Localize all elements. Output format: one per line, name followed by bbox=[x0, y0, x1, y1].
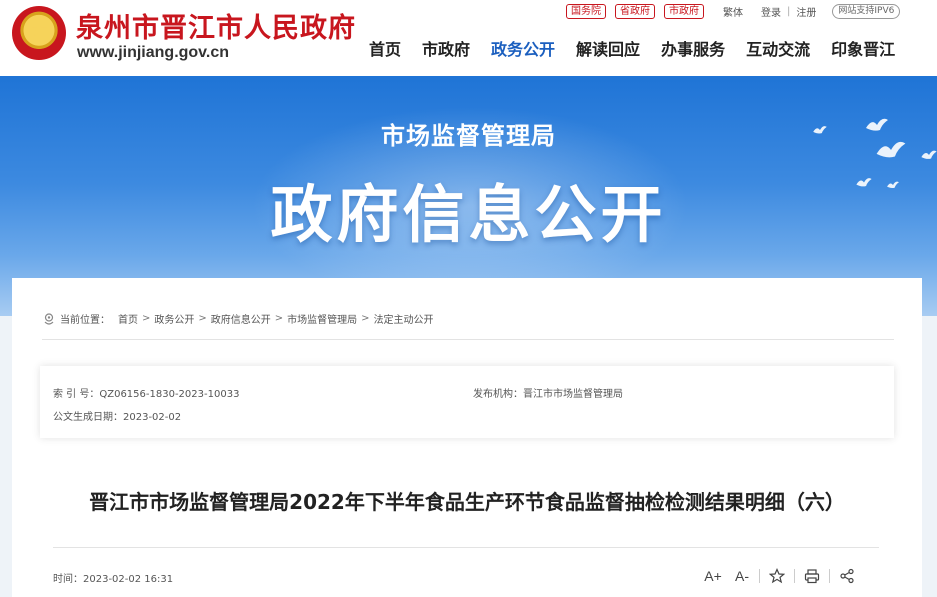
font-decrease-label: A- bbox=[735, 568, 749, 584]
breadcrumb-item-government-affairs[interactable]: 政务公开 bbox=[154, 311, 194, 326]
font-increase-icon[interactable]: A+ bbox=[702, 567, 724, 585]
meta-index-value: QZ06156-1830-2023-10033 bbox=[99, 389, 240, 400]
divider: | bbox=[787, 5, 791, 17]
dove-icon bbox=[921, 150, 937, 159]
meta-date-label: 公文生成日期： bbox=[53, 412, 123, 423]
link-traditional[interactable]: 繁体 bbox=[723, 4, 743, 19]
dove-icon bbox=[866, 118, 888, 131]
meta-publisher: 发布机构：晋江市市场监督管理局 bbox=[473, 385, 623, 400]
meta-date: 公文生成日期：2023-02-02 bbox=[53, 408, 181, 423]
meta-publisher-label: 发布机构： bbox=[473, 389, 523, 400]
article-tools: A+ A- bbox=[702, 567, 858, 585]
nav-item-interpretation[interactable]: 解读回应 bbox=[576, 39, 640, 61]
divider bbox=[759, 569, 760, 583]
font-increase-label: A+ bbox=[704, 568, 722, 584]
meta-index: 索 引 号：QZ06156-1830-2023-10033 bbox=[53, 385, 239, 400]
emblem-icon[interactable]: ★ bbox=[12, 6, 66, 60]
link-login[interactable]: 登录 bbox=[761, 4, 781, 19]
link-shengzhengfu[interactable]: 省政府 bbox=[615, 3, 655, 19]
divider bbox=[53, 547, 879, 548]
link-shizhengfu[interactable]: 市政府 bbox=[664, 3, 704, 19]
article-title: 晋江市市场监督管理局2022年下半年食品生产环节食品监督抽检检测结果明细（六） bbox=[89, 490, 845, 514]
nav-item-impression[interactable]: 印象晋江 bbox=[831, 39, 895, 61]
breadcrumb: 当前位置： 首页 > 政务公开 > 政府信息公开 > 市场监督管理局 > 法定主… bbox=[42, 311, 434, 326]
breadcrumb-item-info-disclosure[interactable]: 政府信息公开 bbox=[211, 311, 271, 326]
banner-subtitle: 市场监督管理局 bbox=[381, 122, 556, 150]
content-card: 当前位置： 首页 > 政务公开 > 政府信息公开 > 市场监督管理局 > 法定主… bbox=[12, 278, 922, 597]
location-icon bbox=[44, 312, 54, 325]
breadcrumb-separator: > bbox=[361, 313, 370, 324]
time-label: 时间： bbox=[53, 574, 83, 585]
share-icon[interactable] bbox=[836, 567, 858, 585]
publish-time: 时间：2023-02-02 16:31 bbox=[53, 570, 173, 585]
star-icon[interactable] bbox=[766, 567, 788, 585]
breadcrumb-item-market-bureau[interactable]: 市场监督管理局 bbox=[287, 311, 357, 326]
breadcrumb-item-home[interactable]: 首页 bbox=[118, 311, 138, 326]
link-guowuyuan[interactable]: 国务院 bbox=[566, 3, 606, 19]
dove-icon bbox=[876, 141, 906, 158]
breadcrumb-item-statutory[interactable]: 法定主动公开 bbox=[374, 311, 434, 326]
nav-item-government-affairs[interactable]: 政务公开 bbox=[491, 39, 555, 61]
breadcrumb-label: 当前位置： bbox=[60, 315, 110, 326]
top-links: 国务院 省政府 市政府 繁体 登录 | 注册 网站支持IPV6 bbox=[566, 3, 901, 19]
nav-item-home[interactable]: 首页 bbox=[369, 39, 401, 61]
dove-icon bbox=[887, 181, 899, 189]
divider bbox=[42, 339, 894, 340]
dove-icon bbox=[813, 126, 827, 134]
nav-item-services[interactable]: 办事服务 bbox=[661, 39, 725, 61]
meta-date-value: 2023-02-02 bbox=[123, 412, 182, 423]
site-title[interactable]: 泉州市晋江市人民政府 bbox=[76, 6, 356, 45]
banner-title: 政府信息公开 bbox=[270, 178, 667, 251]
breadcrumb-separator: > bbox=[274, 313, 284, 324]
nav-item-interaction[interactable]: 互动交流 bbox=[746, 39, 810, 61]
dove-icon bbox=[856, 178, 872, 187]
divider bbox=[794, 569, 795, 583]
print-icon[interactable] bbox=[801, 567, 823, 585]
font-decrease-icon[interactable]: A- bbox=[731, 567, 753, 585]
meta-publisher-value: 晋江市市场监督管理局 bbox=[523, 389, 623, 400]
nav-item-city-government[interactable]: 市政府 bbox=[422, 39, 470, 61]
meta-index-label: 索 引 号： bbox=[53, 389, 100, 400]
time-value: 2023-02-02 16:31 bbox=[83, 574, 174, 585]
site-header: ★ 泉州市晋江市人民政府 www.jinjiang.gov.cn 国务院 省政府… bbox=[0, 0, 937, 76]
main-nav: 首页 市政府 政务公开 解读回应 办事服务 互动交流 印象晋江 bbox=[369, 39, 895, 61]
breadcrumb-separator: > bbox=[198, 313, 207, 324]
breadcrumb-separator: > bbox=[142, 313, 151, 324]
site-url: www.jinjiang.gov.cn bbox=[77, 44, 230, 61]
link-register[interactable]: 注册 bbox=[796, 4, 816, 19]
divider bbox=[829, 569, 830, 583]
ipv6-badge: 网站支持IPV6 bbox=[832, 3, 901, 19]
document-meta: 索 引 号：QZ06156-1830-2023-10033 发布机构：晋江市市场… bbox=[40, 366, 894, 438]
